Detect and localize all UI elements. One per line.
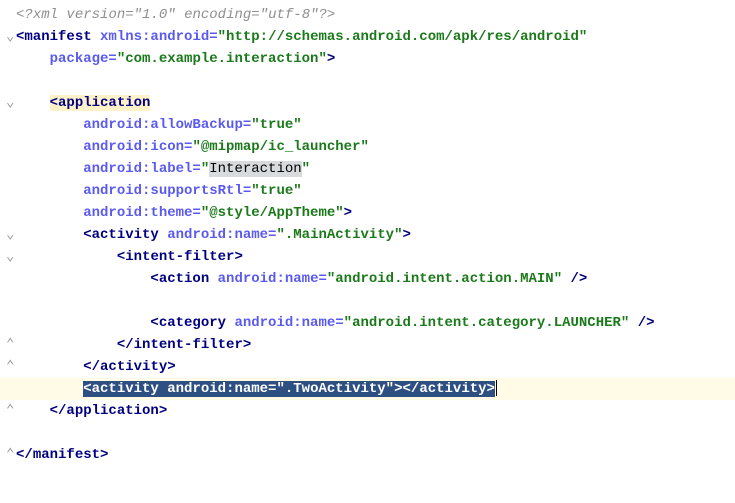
code-line-selected: <activity android:name=".TwoActivity"></…: [0, 378, 735, 400]
fold-icon[interactable]: ⌃: [6, 356, 16, 378]
code-editor[interactable]: <?xml version="1.0" encoding="utf-8"?> ⌄…: [0, 4, 735, 466]
code-line: ⌄ <intent-filter>: [0, 246, 735, 268]
fold-icon[interactable]: ⌃: [6, 334, 16, 356]
code-line: [0, 70, 735, 92]
code-line: ⌄ <application: [0, 92, 735, 114]
fold-icon[interactable]: ⌄: [6, 92, 16, 114]
code-line: android:theme="@style/AppTheme">: [0, 202, 735, 224]
code-line: package="com.example.interaction">: [0, 48, 735, 70]
code-line: [0, 422, 735, 444]
fold-icon[interactable]: ⌃: [6, 400, 16, 422]
fold-icon[interactable]: ⌄: [6, 224, 16, 246]
text-cursor: [496, 380, 497, 396]
code-line: ⌃</manifest>: [0, 444, 735, 466]
code-line: android:allowBackup="true": [0, 114, 735, 136]
code-line: <action android:name="android.intent.act…: [0, 268, 735, 290]
code-line: ⌃ </intent-filter>: [0, 334, 735, 356]
label-value: Interaction: [209, 161, 301, 177]
code-line: ⌃ </activity>: [0, 356, 735, 378]
code-line: android:label="Interaction": [0, 158, 735, 180]
fold-icon[interactable]: ⌄: [6, 246, 16, 268]
code-line: android:supportsRtl="true": [0, 180, 735, 202]
fold-icon[interactable]: ⌄: [6, 26, 16, 48]
code-line: <category android:name="android.intent.c…: [0, 312, 735, 334]
code-line: ⌄<manifest xmlns:android="http://schemas…: [0, 26, 735, 48]
code-line: android:icon="@mipmap/ic_launcher": [0, 136, 735, 158]
code-line: ⌄ <activity android:name=".MainActivity"…: [0, 224, 735, 246]
fold-icon[interactable]: ⌃: [6, 444, 16, 466]
code-line: <?xml version="1.0" encoding="utf-8"?>: [0, 4, 735, 26]
code-line: [0, 290, 735, 312]
code-line: ⌃ </application>: [0, 400, 735, 422]
